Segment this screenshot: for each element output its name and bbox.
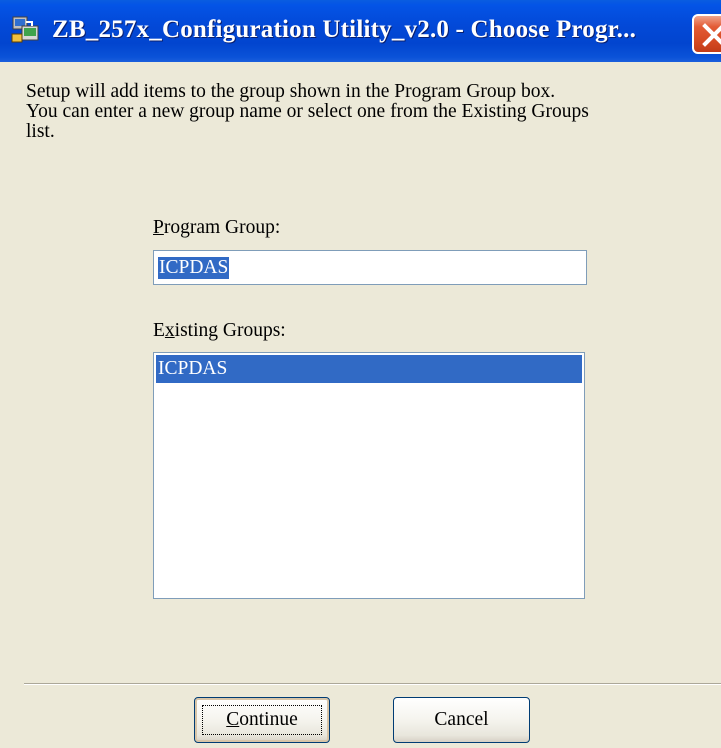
existing-groups-label: Existing Groups:: [153, 320, 286, 342]
close-icon: [702, 23, 721, 47]
cancel-button[interactable]: Cancel: [393, 697, 530, 743]
program-group-mnemonic: P: [153, 217, 164, 238]
window-title: ZB_257x_Configuration Utility_v2.0 - Cho…: [52, 16, 637, 43]
existing-groups-list[interactable]: ICPDAS: [153, 352, 585, 599]
title-bar[interactable]: ZB_257x_Configuration Utility_v2.0 - Cho…: [0, 0, 721, 62]
program-group-value: ICPDAS: [158, 257, 230, 279]
existing-groups-mnemonic: x: [164, 320, 175, 341]
continue-button[interactable]: Continue: [194, 697, 330, 743]
existing-groups-label-text: isting Groups:: [174, 320, 286, 341]
intro-text: Setup will add items to the group shown …: [26, 81, 589, 142]
setup-installer-icon: [10, 14, 42, 46]
setup-dialog-window: ZB_257x_Configuration Utility_v2.0 - Cho…: [0, 0, 721, 748]
continue-label: ontinue: [239, 709, 298, 730]
continue-mnemonic: C: [226, 709, 240, 730]
program-group-label: Program Group:: [153, 217, 280, 239]
button-separator: [24, 683, 721, 685]
program-group-label-text: rogram Group:: [163, 217, 281, 238]
program-group-input[interactable]: ICPDAS: [153, 250, 587, 285]
close-button[interactable]: [692, 14, 721, 54]
list-item-icpdas[interactable]: ICPDAS: [156, 355, 582, 383]
existing-groups-label-first: E: [153, 320, 165, 341]
